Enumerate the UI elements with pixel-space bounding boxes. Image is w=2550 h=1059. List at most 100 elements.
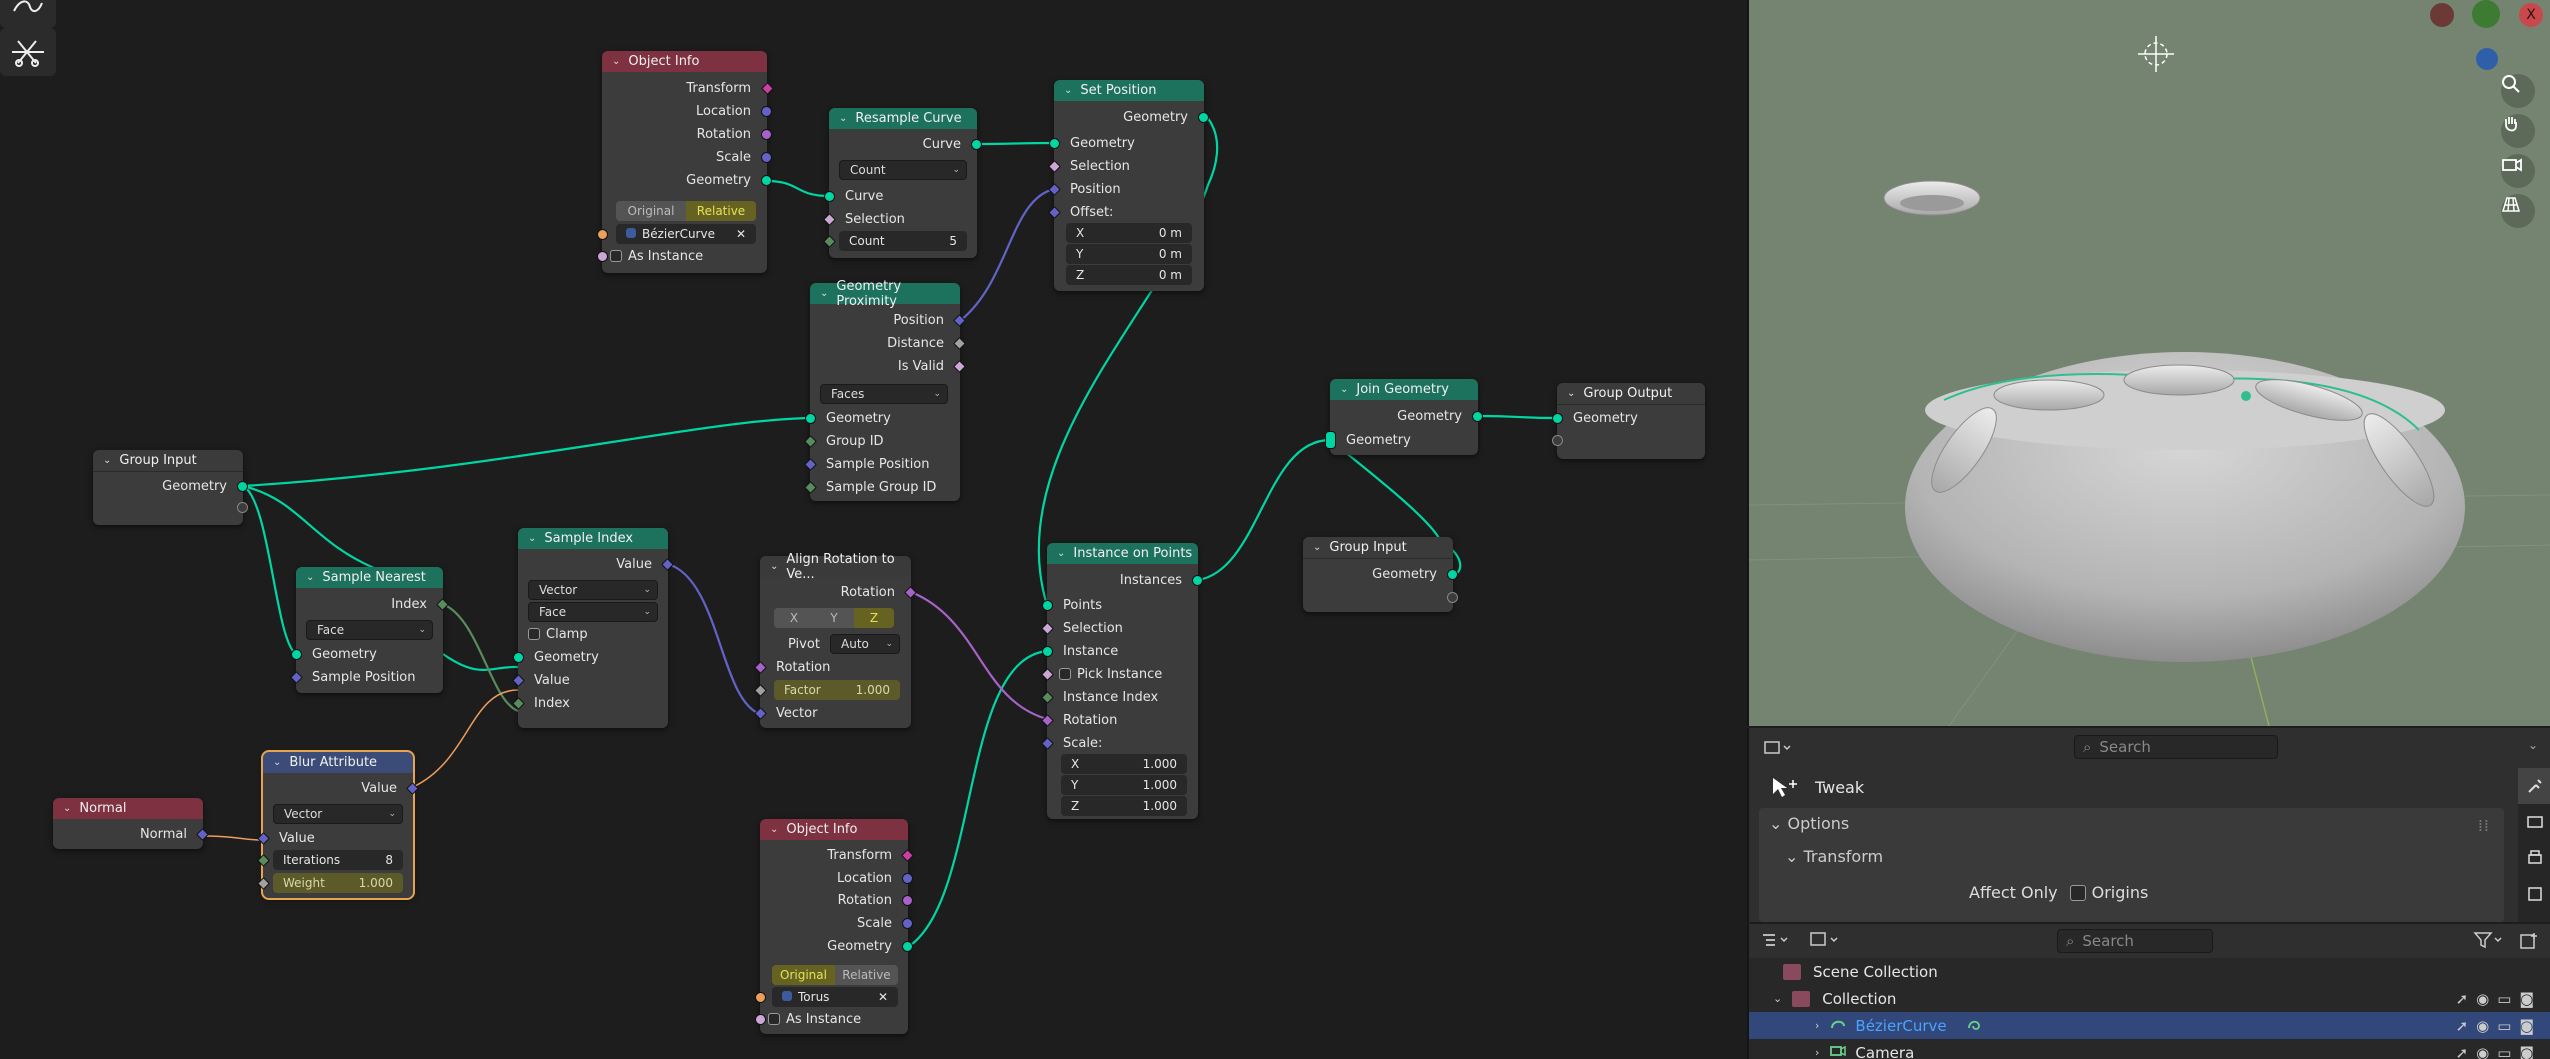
origins-checkbox[interactable] xyxy=(2069,884,2086,901)
outliner-item-collection[interactable]: ⌄ Collection ➚◉▭◙ xyxy=(1749,985,2550,1012)
node-header[interactable]: ⌄ Geometry Proximity xyxy=(810,279,960,309)
cut-links-tool-button[interactable] xyxy=(0,28,56,76)
count-field[interactable]: Count 5 xyxy=(839,231,967,251)
data-type-dropdown[interactable]: Vector ⌄ xyxy=(273,804,403,824)
collapse-chevron-icon[interactable]: ⌄ xyxy=(1567,388,1575,399)
output-tab[interactable] xyxy=(2518,840,2550,876)
visibility-toggles[interactable]: ➚◉▭◙ xyxy=(2456,1044,2542,1059)
socket-scale[interactable] xyxy=(902,918,913,929)
as-instance-row[interactable]: As Instance xyxy=(760,1009,908,1029)
drag-handle-icon[interactable]: ⁞⁞ xyxy=(2478,816,2490,835)
chevron-down-icon[interactable]: ⌄ xyxy=(2528,738,2538,752)
clamp-checkbox[interactable] xyxy=(528,628,540,640)
socket-empty[interactable] xyxy=(1552,435,1563,446)
socket-rotation[interactable] xyxy=(902,895,913,906)
outliner-item-beziercurve[interactable]: › BézierCurve ➚◉▭◙ xyxy=(1749,1012,2550,1039)
socket-geometry-out[interactable] xyxy=(1447,569,1458,580)
pick-instance-row[interactable]: Pick Instance xyxy=(1041,664,1198,684)
visibility-toggles[interactable]: ➚◉▭◙ xyxy=(2456,1017,2542,1035)
node-header[interactable]: ⌄ Instance on Points xyxy=(1047,543,1198,564)
gizmo-y-icon[interactable] xyxy=(2472,0,2500,28)
align-rotation-node[interactable]: ⌄ Align Rotation to Ve... Rotation XYZ Pi… xyxy=(754,552,917,728)
filter-button[interactable] xyxy=(2473,930,2507,954)
3d-viewport[interactable]: X xyxy=(1747,0,2550,726)
original-option[interactable]: Original xyxy=(772,965,835,985)
normal-node[interactable]: ⌄ Normal Normal xyxy=(53,798,209,849)
collapse-chevron-icon[interactable]: ⌄ xyxy=(528,533,536,544)
data-type-dropdown[interactable]: Vector ⌄ xyxy=(528,580,658,600)
properties-search[interactable]: ⌕ Search xyxy=(2074,735,2278,759)
clamp-row[interactable]: Clamp xyxy=(518,624,668,644)
collapse-chevron-icon[interactable]: ⌄ xyxy=(273,757,281,768)
collapse-chevron-icon[interactable]: ⌄ xyxy=(820,288,828,299)
join-geometry-node[interactable]: ⌄ Join Geometry Geometry Geometry xyxy=(1325,379,1483,455)
geometry-nodes-modifier-icon[interactable] xyxy=(1965,1016,1983,1036)
object-picker[interactable]: Torus ✕ xyxy=(772,987,898,1007)
outliner-search[interactable]: ⌕ Search xyxy=(2057,929,2213,953)
original-option[interactable]: Original xyxy=(616,201,686,221)
node-header[interactable]: ⌄ Group Input xyxy=(1303,537,1453,559)
collapse-chevron-icon[interactable]: ⌄ xyxy=(63,803,71,814)
outliner-item-scene-collection[interactable]: Scene Collection xyxy=(1749,958,2550,985)
scale-x-field[interactable]: X 1.000 xyxy=(1061,754,1187,774)
socket-as-instance[interactable] xyxy=(597,251,608,262)
sample-index-node[interactable]: ⌄ Sample Index Value Vector ⌄ Face ⌄ Clamp … xyxy=(512,528,674,728)
socket-geometry[interactable] xyxy=(902,941,913,952)
set-position-node[interactable]: ⌄ Set Position Geometry Geometry Selectio… xyxy=(1048,80,1209,291)
editor-type-button[interactable] xyxy=(1759,736,1797,760)
offset-y-field[interactable]: Y 0 m xyxy=(1066,244,1192,264)
visibility-toggles[interactable]: ➚◉▭◙ xyxy=(2456,990,2542,1008)
node-header[interactable]: ⌄ Sample Nearest xyxy=(296,567,443,588)
socket-geometry-out[interactable] xyxy=(1472,411,1483,422)
offset-z-field[interactable]: Z 0 m xyxy=(1066,265,1192,285)
iterations-field[interactable]: Iterations 8 xyxy=(273,850,403,870)
group-input-node[interactable]: ⌄ Group Input Geometry xyxy=(93,450,248,525)
node-header[interactable]: ⌄ Align Rotation to Ve... xyxy=(760,552,911,582)
pan-button[interactable] xyxy=(2501,114,2535,148)
zoom-button[interactable] xyxy=(2501,74,2535,108)
node-header[interactable]: ⌄ Sample Index xyxy=(518,528,668,549)
factor-field[interactable]: Factor 1.000 xyxy=(774,680,900,700)
node-header[interactable]: ⌄ Set Position xyxy=(1054,80,1204,101)
gizmo-x-icon[interactable]: X xyxy=(2519,3,2543,27)
scale-z-field[interactable]: Z 1.000 xyxy=(1061,796,1187,816)
resample-mode-dropdown[interactable]: Count ⌄ xyxy=(839,160,967,180)
sample-nearest-node[interactable]: ⌄ Sample Nearest Index Face ⌄ Geometry Sam… xyxy=(290,567,449,693)
gizmo-neg-x-icon[interactable] xyxy=(2430,3,2454,27)
socket-geometry-multi[interactable] xyxy=(1325,431,1336,449)
socket-empty[interactable] xyxy=(237,502,248,513)
relative-option[interactable]: Relative xyxy=(835,965,898,985)
offset-x-field[interactable]: X 0 m xyxy=(1066,223,1192,243)
expand-chevron-icon[interactable]: › xyxy=(1815,1019,1819,1032)
collapse-chevron-icon[interactable]: ⌄ xyxy=(770,824,778,835)
socket-points[interactable] xyxy=(1042,600,1053,611)
collapse-chevron-icon[interactable]: ⌄ xyxy=(1057,548,1065,559)
node-header[interactable]: ⌄ Blur Attribute xyxy=(263,752,413,773)
socket-instances[interactable] xyxy=(1192,575,1203,586)
as-instance-checkbox[interactable] xyxy=(610,250,622,262)
collapse-chevron-icon[interactable]: ⌄ xyxy=(1340,384,1348,395)
clear-icon[interactable]: ✕ xyxy=(878,990,888,1004)
node-header[interactable]: ⌄ Resample Curve xyxy=(829,108,977,129)
object-picker[interactable]: BézierCurve ✕ xyxy=(616,224,756,244)
relative-option[interactable]: Relative xyxy=(686,201,756,221)
camera-view-button[interactable] xyxy=(2501,154,2535,188)
blur-attribute-node[interactable]: ⌄ Blur Attribute Value Vector ⌄ Value Iter… xyxy=(257,750,419,900)
expand-chevron-icon[interactable]: ⌄ xyxy=(1773,992,1782,1005)
collapse-chevron-icon[interactable]: ⌄ xyxy=(306,572,314,583)
collapse-chevron-icon[interactable]: ⌄ xyxy=(1064,85,1072,96)
outliner-item-camera[interactable]: › Camera ➚◉▭◙ xyxy=(1749,1039,2550,1059)
socket-geometry-in[interactable] xyxy=(805,413,816,424)
socket-curve-out[interactable] xyxy=(971,139,982,150)
pivot-dropdown[interactable]: Auto ⌄ xyxy=(830,634,900,654)
group-output-node[interactable]: ⌄ Group Output Geometry xyxy=(1552,383,1705,459)
new-collection-button[interactable] xyxy=(2519,931,2539,955)
socket-object[interactable] xyxy=(755,992,766,1003)
socket-as-instance[interactable] xyxy=(755,1014,766,1025)
instance-on-points-node[interactable]: ⌄ Instance on Points Instances Points Sel… xyxy=(1041,543,1203,819)
scale-y-field[interactable]: Y 1.000 xyxy=(1061,775,1187,795)
render-tab[interactable] xyxy=(2518,804,2550,840)
object-info-node[interactable]: ⌄ Object Info Transform Location Rotation… xyxy=(597,51,774,273)
socket-instance[interactable] xyxy=(1042,646,1053,657)
curve-draw-tool-button[interactable] xyxy=(0,0,56,28)
